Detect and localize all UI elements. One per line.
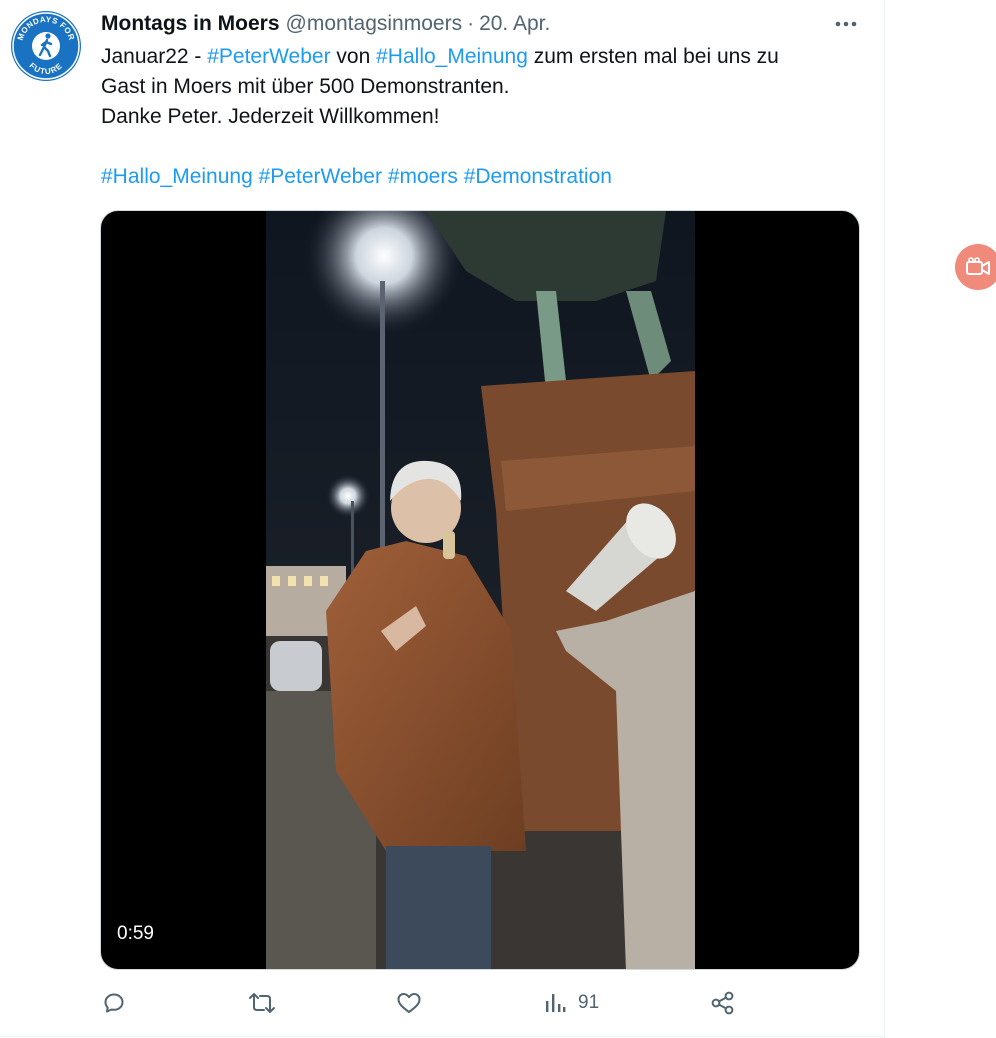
header-separator: · bbox=[467, 12, 475, 35]
like-button[interactable] bbox=[396, 988, 422, 1018]
text-suffix: zum ersten mal bei uns zu bbox=[527, 45, 779, 68]
share-button[interactable] bbox=[710, 988, 736, 1018]
hashtag-link[interactable]: #moers bbox=[388, 165, 458, 188]
hashtag-link[interactable]: #Hallo_Meinung bbox=[101, 165, 253, 188]
text-prefix: Januar22 - bbox=[101, 45, 208, 68]
retweet-button[interactable] bbox=[248, 988, 276, 1018]
video-player[interactable]: 0:59 bbox=[100, 210, 860, 970]
hashtag-line: #Hallo_Meinung #PeterWeber #moers #Demon… bbox=[101, 162, 871, 192]
video-duration: 0:59 bbox=[117, 923, 154, 944]
tweet-bottom-divider bbox=[0, 1036, 885, 1037]
hashtag-link[interactable]: #PeterWeber bbox=[207, 45, 330, 68]
reply-icon bbox=[104, 993, 124, 1013]
hashtag-link[interactable]: #PeterWeber bbox=[259, 165, 382, 188]
floating-video-button[interactable] bbox=[955, 244, 996, 290]
tweet-header: Montags in Moers @montagsinmoers · 20. A… bbox=[101, 10, 550, 38]
heart-icon bbox=[397, 993, 421, 1013]
walking-person-icon bbox=[32, 32, 60, 60]
share-icon bbox=[711, 991, 734, 1015]
tweet-text-line-2: Gast in Moers mit über 500 Demonstranten… bbox=[101, 75, 510, 98]
tweet-text: Januar22 - #PeterWeber von #Hallo_Meinun… bbox=[101, 42, 871, 192]
hashtag-link[interactable]: #Hallo_Meinung bbox=[376, 45, 528, 68]
video-camera-icon bbox=[966, 257, 990, 275]
reply-button[interactable] bbox=[102, 988, 126, 1018]
tweet-text-line-1: Januar22 - #PeterWeber von #Hallo_Meinun… bbox=[101, 42, 871, 72]
views-icon bbox=[546, 994, 566, 1012]
video-frame bbox=[266, 211, 695, 969]
more-options-button[interactable] bbox=[826, 10, 866, 38]
views-count: 91 bbox=[578, 992, 600, 1013]
views-button[interactable]: 91 bbox=[544, 988, 599, 1018]
more-dots-icon bbox=[835, 21, 857, 27]
text-mid: von bbox=[330, 45, 377, 68]
retweet-icon bbox=[249, 993, 275, 1013]
tweet-date[interactable]: 20. Apr. bbox=[479, 12, 550, 36]
tweet-action-bar: 91 bbox=[0, 988, 885, 1018]
tweet-text-line-3: Danke Peter. Jederzeit Willkommen! bbox=[101, 105, 440, 128]
author-name[interactable]: Montags in Moers bbox=[101, 12, 280, 36]
author-handle[interactable]: @montagsinmoers bbox=[286, 12, 463, 36]
column-divider bbox=[884, 0, 885, 1038]
author-avatar[interactable]: MONDAYS FOR FUTURE bbox=[10, 10, 82, 82]
hashtag-link[interactable]: #Demonstration bbox=[464, 165, 612, 188]
